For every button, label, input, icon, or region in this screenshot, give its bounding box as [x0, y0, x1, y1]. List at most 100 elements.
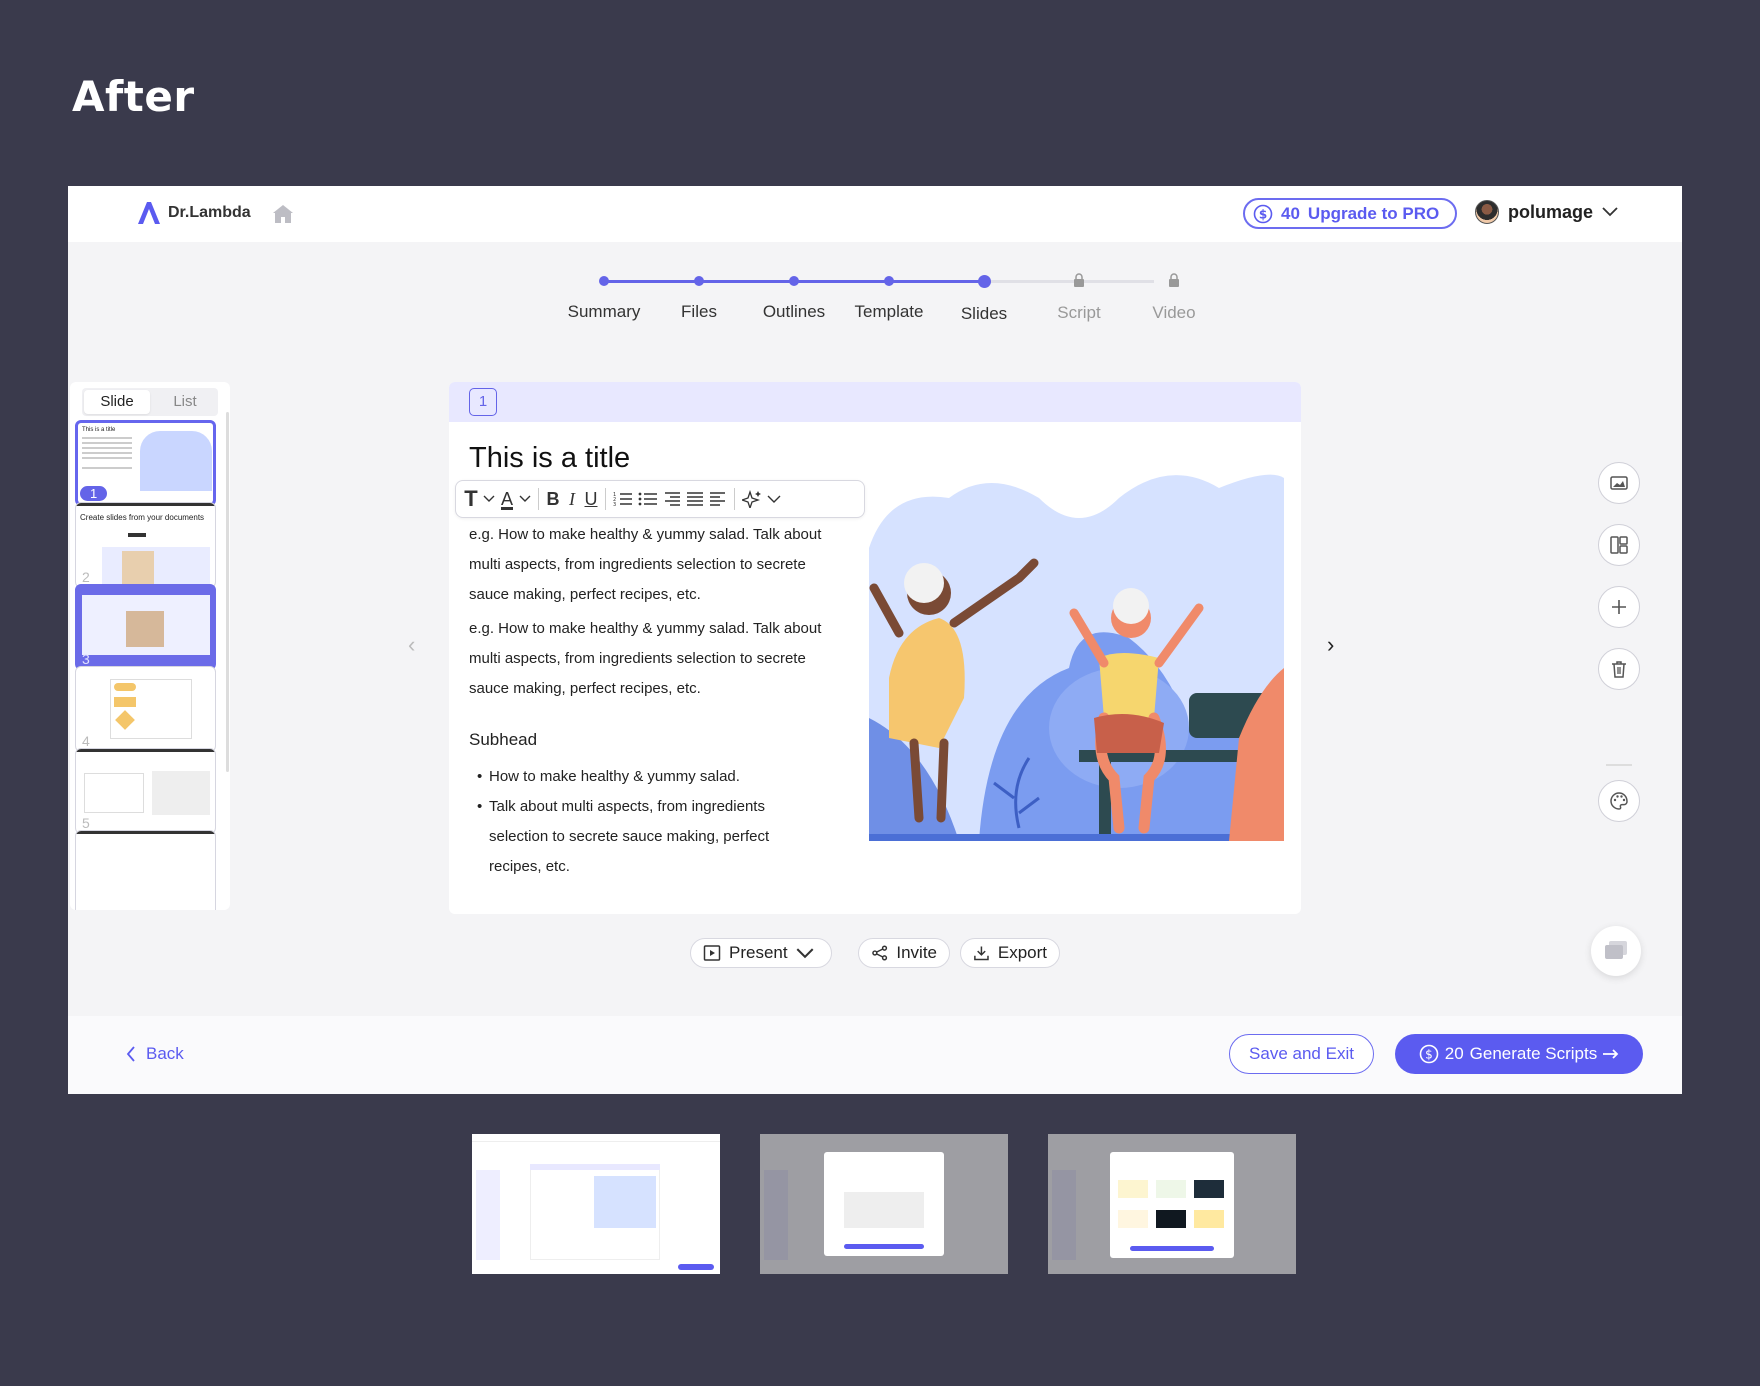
slide-number: 1 [80, 486, 108, 501]
step-template[interactable]: Template [839, 276, 939, 322]
thumbnail-scrollbar[interactable] [226, 412, 229, 772]
footer-bar: Back Save and Exit $ 20 Generate Scripts [68, 1016, 1682, 1094]
lambda-logo-icon [138, 202, 160, 224]
upgrade-label: Upgrade to PRO [1307, 203, 1440, 223]
generate-scripts-button[interactable]: $ 20 Generate Scripts [1395, 1034, 1643, 1074]
bold-icon[interactable]: B [546, 489, 560, 510]
lock-icon [1169, 273, 1179, 287]
underline-icon[interactable]: U [584, 489, 598, 510]
slide-thumbnail-2[interactable]: Create slides from your documents 2 [75, 502, 216, 588]
play-icon [703, 945, 721, 961]
slide-number: 2 [82, 569, 90, 585]
step-files[interactable]: Files [649, 276, 749, 322]
back-button[interactable]: Back [126, 1044, 184, 1064]
body-paragraph: e.g. How to make healthy & yummy salad. … [469, 526, 822, 603]
tab-slide[interactable]: Slide [84, 390, 150, 414]
next-slide-arrow[interactable]: › [1327, 632, 1334, 658]
template-modal-preview [1110, 1152, 1234, 1258]
svg-text:$: $ [1259, 207, 1267, 221]
step-script: Script [1029, 273, 1129, 323]
slide-number: 4 [82, 733, 90, 749]
username: polumage [1508, 201, 1594, 222]
slide-thumbnail-6[interactable] [75, 830, 216, 910]
step-slides[interactable]: Slides [934, 275, 1034, 324]
step-summary[interactable]: Summary [554, 276, 654, 322]
ai-sparkle-icon[interactable] [742, 490, 762, 508]
text-format-toolbar: T A B I U 123 [455, 480, 865, 518]
list-item: How to make healthy & yummy salad. [477, 762, 817, 792]
top-bar: Dr.Lambda $ 40 Upgrade to PRO polumage [68, 186, 1682, 242]
screen-preview-2[interactable] [760, 1134, 1008, 1274]
download-icon [974, 946, 989, 961]
previous-slide-arrow[interactable]: ‹ [408, 632, 415, 658]
arrow-right-icon [1603, 1049, 1619, 1059]
slide-editor: 1 This is a title T A B I U 123 e.g. How… [449, 382, 1301, 914]
app-window: Dr.Lambda $ 40 Upgrade to PRO polumage S… [68, 186, 1682, 1094]
svg-text:3: 3 [613, 502, 616, 507]
layout-button[interactable] [1598, 524, 1640, 566]
screen-preview-3[interactable] [1048, 1134, 1296, 1274]
italic-icon[interactable]: I [565, 489, 579, 510]
save-and-exit-button[interactable]: Save and Exit [1229, 1034, 1374, 1074]
numbered-list-icon[interactable]: 123 [613, 491, 633, 507]
chevron-down-icon[interactable] [519, 495, 531, 503]
dollar-coin-icon: $ [1419, 1044, 1439, 1064]
export-label: Export [997, 943, 1047, 962]
slide-thumbnail-1[interactable]: This is a title 1 [75, 420, 216, 506]
export-button[interactable]: Export [960, 938, 1060, 968]
text-color-icon[interactable]: A [500, 489, 514, 510]
font-size-icon[interactable]: T [464, 486, 478, 512]
user-menu[interactable]: polumage [1475, 200, 1618, 224]
brand-name: Dr.Lambda [168, 204, 251, 221]
add-slide-button[interactable] [1598, 586, 1640, 628]
slide-number: 5 [82, 815, 90, 831]
bullet-list-icon[interactable] [638, 491, 658, 507]
list-item: Talk about multi aspects, from ingredien… [477, 792, 817, 882]
svg-text:$: $ [1425, 1048, 1433, 1062]
step-outlines[interactable]: Outlines [744, 276, 844, 322]
theme-button[interactable] [1598, 780, 1640, 822]
slide-body-text[interactable]: e.g. How to make healthy & yummy salad. … [469, 520, 829, 708]
home-icon[interactable] [272, 204, 294, 224]
slide-thumbnail-5[interactable]: 5 [75, 748, 216, 834]
tools-divider [1606, 764, 1632, 766]
dollar-coin-icon: $ [1253, 204, 1273, 223]
slide-subhead[interactable]: Subhead [469, 730, 537, 750]
chevron-down-icon[interactable] [483, 495, 495, 503]
upgrade-button[interactable]: $ 40 Upgrade to PRO [1243, 198, 1457, 229]
lock-icon [1074, 273, 1084, 287]
invite-button[interactable]: Invite [858, 938, 950, 968]
slide-illustration[interactable] [869, 468, 1284, 841]
slide-header-bar [449, 382, 1301, 422]
image-icon [1610, 476, 1628, 490]
image-modal-preview [824, 1152, 944, 1256]
thumbnail-text-lines [82, 437, 132, 439]
layout-icon [1610, 536, 1628, 554]
logo[interactable]: Dr.Lambda [136, 200, 251, 226]
insert-image-button[interactable] [1598, 462, 1640, 504]
invite-label: Invite [896, 943, 937, 962]
chat-button[interactable] [1591, 926, 1641, 976]
slide-number: 3 [82, 651, 90, 667]
chevron-down-icon[interactable] [767, 495, 781, 503]
chevron-down-icon [1602, 207, 1618, 217]
slide-thumbnail-4[interactable]: 4 [75, 666, 216, 752]
share-icon [872, 945, 888, 961]
align-right-icon[interactable] [663, 491, 681, 507]
generate-credits: 20 [1444, 1044, 1464, 1063]
credit-count: 40 [1281, 203, 1300, 223]
align-justify-icon[interactable] [686, 491, 704, 507]
screen-preview-1[interactable] [472, 1134, 720, 1274]
tab-list[interactable]: List [152, 388, 218, 416]
trash-icon [1612, 661, 1626, 678]
slide-bullet-list[interactable]: How to make healthy & yummy salad. Talk … [477, 762, 817, 882]
present-button[interactable]: Present [690, 938, 832, 968]
align-left-icon[interactable] [709, 491, 727, 507]
slide-thumbnail-3[interactable]: 3 [75, 584, 216, 670]
slide-title[interactable]: This is a title [469, 442, 630, 475]
palette-icon [1610, 792, 1628, 810]
delete-slide-button[interactable] [1598, 648, 1640, 690]
thumbnail-title: This is a title [82, 427, 116, 433]
thumbnail-title: Create slides from your documents [80, 513, 205, 522]
plus-icon [1612, 600, 1626, 614]
